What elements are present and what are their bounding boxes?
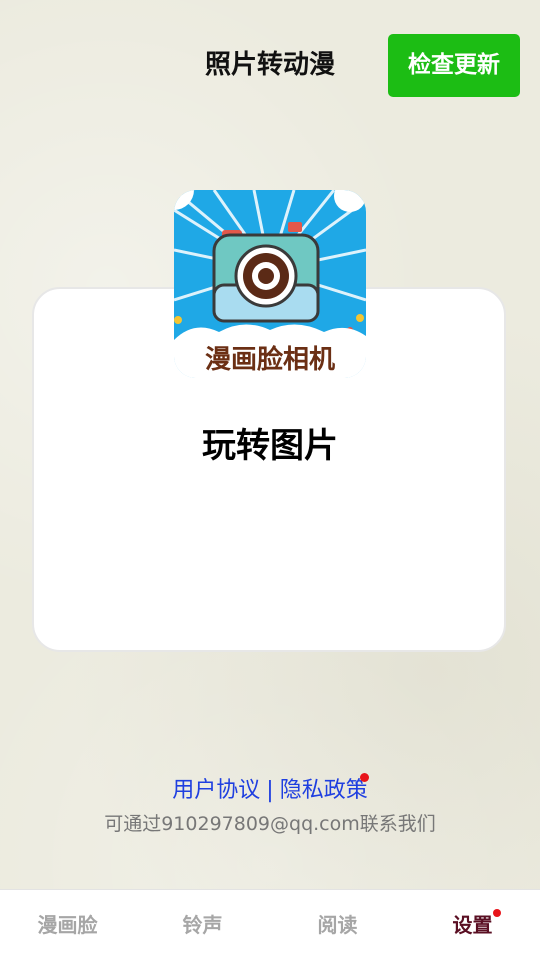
tab-manhua-face[interactable]: 漫画脸 xyxy=(0,890,135,960)
camera-logo-icon: 漫画脸相机 xyxy=(174,190,366,378)
tab-reading[interactable]: 阅读 xyxy=(270,890,405,960)
privacy-policy-link-wrap[interactable]: 隐私政策 xyxy=(280,772,369,804)
check-update-button[interactable]: 检查更新 xyxy=(388,34,520,97)
card-title: 玩转图片 xyxy=(202,426,338,466)
tab-label: 漫画脸 xyxy=(37,913,98,937)
tab-ringtone[interactable]: 铃声 xyxy=(135,890,270,960)
notification-dot-icon xyxy=(359,773,369,782)
svg-text:漫画脸相机: 漫画脸相机 xyxy=(205,344,335,375)
tab-label: 铃声 xyxy=(182,913,223,937)
contact-info: 可通过910297809@qq.com联系我们 xyxy=(104,813,436,835)
app-logo: 漫画脸相机 xyxy=(174,190,366,378)
tab-settings[interactable]: 设置 xyxy=(405,890,540,960)
bottom-tab-bar: 漫画脸 铃声 阅读 设置 xyxy=(0,889,540,960)
badge-dot-icon xyxy=(492,909,501,917)
privacy-policy-link[interactable]: 隐私政策 xyxy=(280,772,368,804)
legal-links: 用户协议 | 隐私政策 xyxy=(0,772,540,804)
user-agreement-link[interactable]: 用户协议 xyxy=(172,772,260,804)
tab-label: 阅读 xyxy=(317,913,358,937)
tab-label: 设置 xyxy=(452,913,493,937)
link-separator: | xyxy=(266,778,274,803)
